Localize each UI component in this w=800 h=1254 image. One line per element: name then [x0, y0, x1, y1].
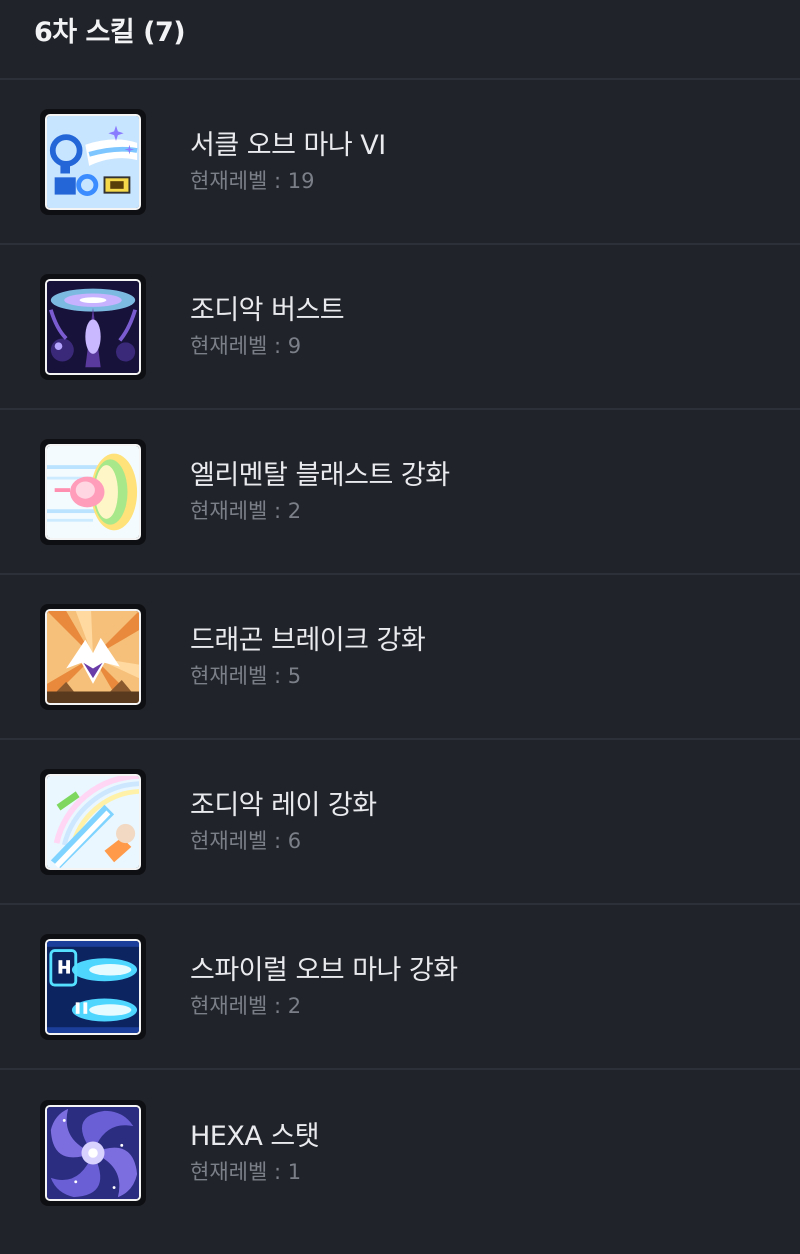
skill-level: 현재레벨 : 2: [190, 498, 302, 523]
skill-name: 조디악 버스트: [190, 294, 345, 326]
spiral-of-mana-icon: [40, 933, 146, 1040]
circle-of-mana-icon: [40, 108, 146, 215]
skill-name: 스파이럴 오브 마나 강화: [190, 954, 458, 986]
section-header: 6차 스킬 (7): [0, 0, 800, 80]
dragon-break-icon: [40, 603, 146, 710]
skill-name: 엘리멘탈 블래스트 강화: [190, 459, 450, 491]
elemental-blast-icon: [40, 438, 146, 545]
section-title: 6차 스킬 (7): [34, 16, 186, 48]
skill-row-elemental-blast[interactable]: 엘리멘탈 블래스트 강화 현재레벨 : 2: [0, 410, 800, 575]
skill-text: 드래곤 브레이크 강화 현재레벨 : 5: [190, 623, 426, 691]
skill-row-hexa-stat[interactable]: HEXA 스탯 현재레벨 : 1: [0, 1070, 800, 1235]
hexa-stat-icon: [40, 1099, 146, 1206]
skill-name: 조디악 레이 강화: [190, 789, 377, 821]
skill-text: 조디악 레이 강화 현재레벨 : 6: [190, 788, 377, 856]
skill-level: 현재레벨 : 19: [190, 168, 315, 193]
skill-level: 현재레벨 : 9: [190, 333, 302, 358]
skill-name: HEXA 스탯: [190, 1120, 320, 1152]
skill-text: 엘리멘탈 블래스트 강화 현재레벨 : 2: [190, 458, 450, 526]
skill-name: 서클 오브 마나 VI: [190, 129, 386, 161]
zodiac-burst-icon: [40, 273, 146, 380]
skill-level: 현재레벨 : 2: [190, 993, 302, 1018]
skill-row-zodiac-ray[interactable]: 조디악 레이 강화 현재레벨 : 6: [0, 740, 800, 905]
skill-text: 조디악 버스트 현재레벨 : 9: [190, 293, 345, 361]
skill-page: 6차 스킬 (7) 서클 오브 마나 VI 현재레벨: 19 조디악 버스트 …: [0, 0, 800, 1254]
skill-row-spiral-of-mana[interactable]: 스파이럴 오브 마나 강화 현재레벨 : 2: [0, 905, 800, 1070]
skill-row-circle-of-mana[interactable]: 서클 오브 마나 VI 현재레벨 : 19: [0, 80, 800, 245]
skill-name: 드래곤 브레이크 강화: [190, 624, 426, 656]
skill-list: 서클 오브 마나 VI 현재레벨 : 19 조디악 버스트 현재레벨: 9 엘…: [0, 80, 800, 1235]
skill-level: 현재레벨 : 5: [190, 663, 302, 688]
skill-row-zodiac-burst[interactable]: 조디악 버스트 현재레벨 : 9: [0, 245, 800, 410]
skill-text: 서클 오브 마나 VI 현재레벨 : 19: [190, 128, 386, 196]
zodiac-ray-icon: [40, 768, 146, 875]
skill-row-dragon-break[interactable]: 드래곤 브레이크 강화 현재레벨 : 5: [0, 575, 800, 740]
skill-text: HEXA 스탯 현재레벨 : 1: [190, 1119, 320, 1187]
skill-text: 스파이럴 오브 마나 강화 현재레벨 : 2: [190, 953, 458, 1021]
skill-level: 현재레벨 : 6: [190, 828, 302, 853]
skill-level: 현재레벨 : 1: [190, 1159, 302, 1184]
